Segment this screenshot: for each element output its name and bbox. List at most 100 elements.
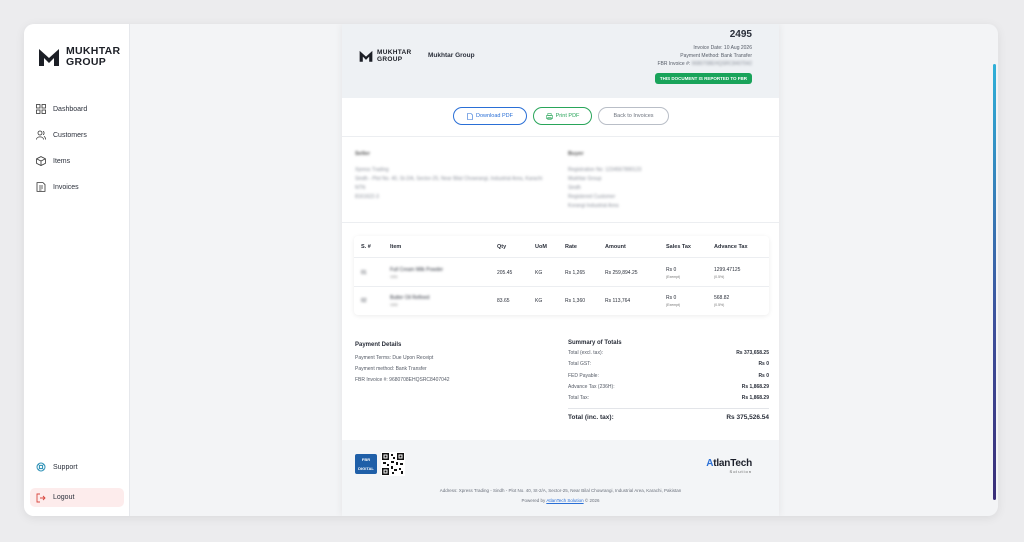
footer-address: Address: Xpress Trading - Sindh - Plot N…	[439, 488, 682, 493]
cell-amount: Rs 259,894.25	[605, 270, 638, 276]
column-header: Amount	[605, 244, 626, 250]
invoice-actions: Download PDF Print PDF Back to Invoices	[453, 107, 669, 125]
column-header: Sales Tax	[666, 244, 691, 250]
printer-icon	[545, 112, 553, 120]
cell-sales-tax: Rs 0 (Exempt)	[666, 295, 681, 307]
seller-title: Seller	[355, 151, 370, 157]
box-icon	[36, 156, 46, 166]
buyer-type: Registered Customer	[568, 194, 616, 200]
invoice-date: Invoice Date: 10 Aug 2026	[693, 45, 752, 51]
cell-uom: KG	[535, 270, 543, 276]
table-row: 01 Full Cream Milk Powder 1001 205.45 KG …	[354, 259, 769, 287]
print-pdf-button[interactable]: Print PDF	[533, 107, 592, 125]
seller-name: Xpress Trading	[355, 167, 389, 173]
support-label: Support	[53, 463, 78, 471]
support-icon	[36, 462, 46, 472]
items-table: S. # Item Qty UoM Rate Amount Sales Tax …	[354, 236, 769, 315]
payment-details: Payment Details Payment Terms: Due Upon …	[355, 340, 450, 386]
cell-qty: 205.45	[497, 270, 513, 276]
fbr-digital-logo: FBR DIGITAL	[355, 454, 377, 474]
column-header: S. #	[361, 244, 371, 250]
cell-sn: 02	[361, 298, 367, 304]
sidebar-item-label: Customers	[53, 131, 87, 139]
buyer-info: Buyer Registration No: 1234567890123 Muk…	[568, 150, 768, 211]
back-to-invoices-button[interactable]: Back to Invoices	[598, 107, 669, 125]
invoice-company-name: Mukhtar Group	[428, 52, 475, 59]
powered-by: Powered by AtlanTech Solution © 2026	[521, 498, 600, 503]
table-row: 02 Butter Oil Refined 1002 83.65 KG Rs 1,…	[354, 287, 769, 315]
column-header: UoM	[535, 244, 547, 250]
summary-row: Total Tax: Rs 1,868.29	[568, 395, 769, 402]
divider	[342, 136, 779, 137]
sidebar-item-label: Invoices	[53, 183, 79, 191]
atlantech-link[interactable]: AtlanTech Solution	[546, 498, 583, 503]
buyer-title: Buyer	[568, 151, 584, 157]
logout-button[interactable]: Logout	[30, 488, 124, 507]
column-header: Advance Tax	[714, 244, 748, 250]
summary-row: Total (excl. tax): Rs 373,658.25	[568, 350, 769, 356]
brand-name: MUKHTAR GROUP	[66, 45, 121, 68]
invoice-header: MUKHTAR GROUP Mukhtar Group 2495 Invoice…	[342, 24, 779, 98]
seller-address: Sindh - Plot No. 40, St-2/A, Sector-25, …	[355, 176, 543, 182]
payment-method: Payment method: Bank Transfer	[355, 366, 427, 372]
cell-item: Full Cream Milk Powder 1001	[390, 267, 444, 279]
brand-mark-icon	[359, 50, 373, 62]
logout-label: Logout	[53, 494, 75, 501]
cell-sn: 01	[361, 270, 367, 276]
sidebar-item-customers[interactable]: Customers	[36, 122, 122, 148]
summary-row: Total GST: Rs 0	[568, 361, 769, 368]
brand-logo[interactable]: MUKHTAR GROUP	[38, 46, 120, 68]
qr-code-icon	[381, 452, 405, 476]
sidebar-item-support[interactable]: Support	[36, 462, 78, 472]
cell-qty: 83.65	[497, 298, 510, 304]
users-icon	[36, 130, 46, 140]
summary-title: Summary of Totals	[568, 340, 622, 346]
buyer-registration: Registration No: 1234567890123	[568, 167, 642, 173]
dashboard-icon	[36, 104, 46, 114]
payment-title: Payment Details	[355, 342, 402, 348]
grand-total: Total (inc. tax): Rs 375,526.54	[568, 408, 769, 421]
invoice-footer: FBR DIGITAL AtlanTech Solution Address: …	[342, 440, 779, 516]
logout-icon	[36, 493, 46, 502]
seller-ntn: 8161622-3	[355, 194, 379, 200]
sidebar-item-invoices[interactable]: Invoices	[36, 174, 122, 200]
document-icon	[467, 112, 473, 120]
cell-rate: Rs 1,360	[565, 298, 586, 304]
seller-info: Seller Xpress Trading Sindh - Plot No. 4…	[355, 150, 555, 202]
sidebar-item-label: Dashboard	[53, 105, 88, 113]
table-header: S. # Item Qty UoM Rate Amount Sales Tax …	[354, 236, 769, 258]
seller-ntn-label: NTN	[355, 185, 366, 191]
sidebar-item-dashboard[interactable]: Dashboard	[36, 96, 122, 122]
summary-of-totals: Summary of Totals Total (excl. tax): Rs 3…	[568, 340, 769, 421]
summary-row: FED Payable: Rs 0	[568, 372, 769, 379]
invoice-payment-method: Payment Method: Bank Transfer	[680, 53, 752, 59]
invoice-brand-name: MUKHTAR GROUP	[377, 49, 412, 63]
invoice-fbr-number: FBR Invoice #: 9680708EHQSRC8407042	[657, 61, 752, 67]
cell-sales-tax: Rs 0 (Exempt)	[666, 267, 681, 279]
divider	[342, 222, 779, 223]
cell-rate: Rs 1,265	[565, 270, 586, 276]
invoice-icon	[36, 182, 46, 192]
column-header: Rate	[565, 244, 577, 250]
buyer-address: Korangi Industrial Area	[568, 203, 619, 209]
column-header: Qty	[497, 244, 507, 250]
buyer-name: Mukhtar Group	[568, 176, 602, 182]
sidebar-nav: Dashboard Customers Items Invoices	[36, 96, 122, 200]
payment-fbr-number: FBR Invoice #: 9680708EHQSRC8407042	[355, 377, 450, 383]
summary-row: Advance Tax (236H): Rs 1,868.29	[568, 383, 769, 390]
sidebar-item-items[interactable]: Items	[36, 148, 122, 174]
app-window: MUKHTAR GROUP Dashboard Customers Items …	[24, 24, 998, 516]
invoice-meta: Invoice Date: 10 Aug 2026 Payment Method…	[657, 44, 752, 68]
sidebar: MUKHTAR GROUP Dashboard Customers Items …	[24, 24, 130, 516]
buyer-province: Sindh	[568, 185, 581, 191]
invoice-number: 2495	[729, 29, 752, 40]
invoice-document: MUKHTAR GROUP Mukhtar Group 2495 Invoice…	[342, 24, 779, 516]
download-pdf-button[interactable]: Download PDF	[453, 107, 527, 125]
invoice-brand-logo: MUKHTAR GROUP	[359, 49, 411, 63]
atlantech-logo: AtlanTech Solution	[706, 458, 752, 474]
brand-mark-icon	[39, 49, 59, 66]
cell-item: Butter Oil Refined 1002	[390, 295, 430, 307]
cell-advance-tax: 568.82 (0.5%)	[714, 295, 730, 307]
column-header: Item	[390, 244, 402, 250]
scrollbar[interactable]	[993, 64, 996, 500]
